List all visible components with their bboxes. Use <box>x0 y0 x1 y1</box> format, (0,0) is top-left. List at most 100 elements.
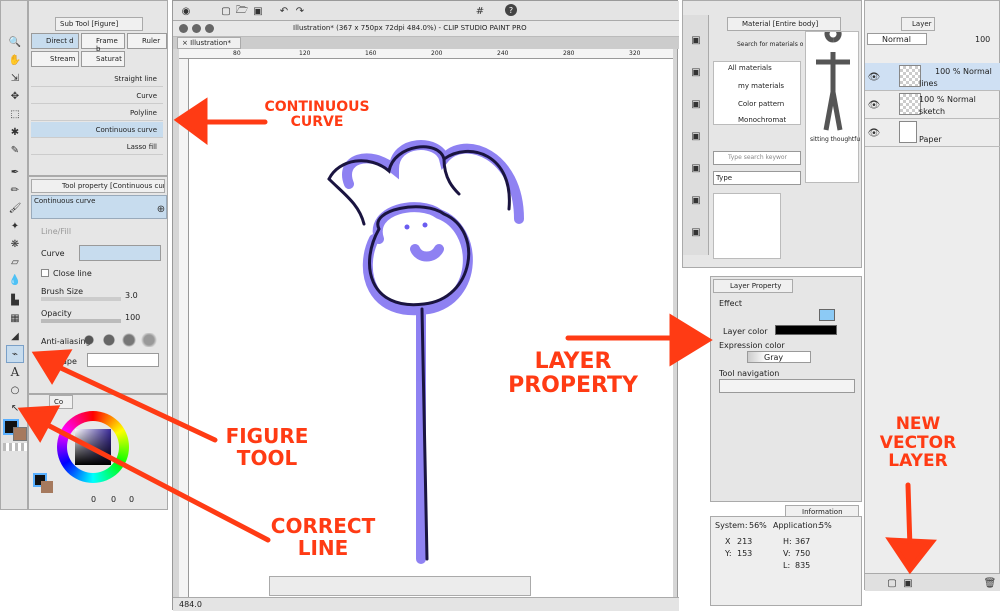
canvas-toolbar[interactable] <box>269 576 531 596</box>
opacity-slider[interactable] <box>41 319 121 323</box>
tool-palette: 🔍 ✋ ⇲ ✥ ⬚ ✱ ✎ ✒ ✏ 🖌 ✦ ❋ ▱ 💧 ▙ ▦ ◢ ⌁ A ○ … <box>0 0 28 510</box>
grid-icon[interactable]: # <box>473 4 487 18</box>
material-type-field[interactable]: Type <box>713 171 801 185</box>
system-label: System: <box>715 521 748 530</box>
app-logo-icon[interactable]: ◉ <box>179 4 193 18</box>
decoration-icon[interactable]: ❋ <box>8 237 22 251</box>
layer-property-tab[interactable]: Layer Property <box>713 279 793 293</box>
new-raster-layer-icon[interactable]: ▢ <box>885 576 899 590</box>
close-line-checkbox[interactable] <box>41 269 49 277</box>
color-wheel[interactable] <box>57 411 129 483</box>
airbrush-icon[interactable]: ✦ <box>8 219 22 233</box>
material-search-link[interactable]: Search for materials on <box>737 41 803 48</box>
subtool-tab-ruler[interactable]: Ruler <box>127 33 167 49</box>
palette-icon[interactable]: ▣ <box>689 129 703 143</box>
material-tab[interactable]: Material [Entire body] <box>727 17 841 31</box>
brush-shape-dropdown[interactable] <box>87 353 159 367</box>
pencil-icon[interactable]: ✏ <box>8 183 22 197</box>
zoom-value[interactable]: 484.0 <box>179 600 202 609</box>
operation-icon[interactable]: ✥ <box>8 89 22 103</box>
subtool-tab-saturate[interactable]: Saturat <box>81 51 125 67</box>
expression-color-dropdown[interactable]: Gray <box>747 351 811 363</box>
layer-color-toggle[interactable] <box>819 309 835 321</box>
palette-icon[interactable]: ▣ <box>689 225 703 239</box>
subtool-tab-frame[interactable]: Frame b <box>81 33 125 53</box>
transparent-swatch[interactable] <box>3 443 27 451</box>
subtool-lasso-fill[interactable]: Lasso fill <box>31 139 163 155</box>
help-icon[interactable]: ? <box>505 4 517 16</box>
close-window-button[interactable] <box>179 24 188 33</box>
eye-icon[interactable]: 👁 <box>867 70 881 84</box>
eyedropper-icon[interactable]: ✎ <box>8 143 22 157</box>
palette-icon[interactable]: ▣ <box>689 65 703 79</box>
color-square[interactable] <box>75 429 111 465</box>
subtool-straight-line[interactable]: Straight line <box>31 71 163 87</box>
tree-item[interactable]: Color pattern <box>738 100 784 108</box>
selection-icon[interactable]: ⬚ <box>8 107 22 121</box>
gradient-icon[interactable]: ▦ <box>8 311 22 325</box>
tree-item[interactable]: All materials <box>728 64 772 72</box>
subtool-polyline[interactable]: Polyline <box>31 105 163 121</box>
undo-icon[interactable]: ↶ <box>277 4 291 18</box>
subtool-curve[interactable]: Curve <box>31 88 163 104</box>
brush-icon[interactable]: 🖌 <box>8 201 22 215</box>
layer-tab[interactable]: Layer <box>901 17 935 31</box>
brush-size-slider[interactable] <box>41 297 121 301</box>
subtool-tab[interactable]: Sub Tool [Figure] <box>55 17 143 31</box>
color-tab[interactable]: Co <box>49 395 73 409</box>
eye-icon[interactable]: 👁 <box>867 98 881 112</box>
maximize-window-button[interactable] <box>205 24 214 33</box>
tree-item[interactable]: Monochromat <box>738 116 786 124</box>
tool-property-tab[interactable]: Tool property [Continuous curve] <box>31 179 165 193</box>
layer-row[interactable]: 👁 Paper <box>865 119 1000 147</box>
contour-icon[interactable]: ◢ <box>8 329 22 343</box>
layer-bottom-toolbar: ▢ ▣ 🗑 <box>865 573 1000 591</box>
annotation-layer-property: LAYER PROPERTY <box>508 349 638 399</box>
subtool-tab-direct[interactable]: Direct d <box>31 33 79 49</box>
blend-mode-dropdown[interactable]: Normal <box>867 33 927 45</box>
minimize-window-button[interactable] <box>192 24 201 33</box>
pen-icon[interactable]: ✒ <box>8 165 22 179</box>
tree-item[interactable]: my materials <box>738 82 784 90</box>
fill-icon[interactable]: ▙ <box>8 293 22 307</box>
blend-icon[interactable]: 💧 <box>8 273 22 287</box>
save-icon[interactable]: ▣ <box>251 4 265 18</box>
subtool-tab-stream[interactable]: Stream <box>31 51 79 67</box>
layer-color-swatch[interactable] <box>775 325 837 335</box>
palette-icon[interactable]: ▣ <box>689 161 703 175</box>
palette-icon[interactable]: ▣ <box>689 33 703 47</box>
eye-icon[interactable]: 👁 <box>867 126 881 140</box>
ruler-tick: 240 <box>497 50 509 57</box>
zoom-preview-icon[interactable]: ⊕ <box>154 202 168 216</box>
hand-icon[interactable]: ✋ <box>8 53 22 67</box>
correct-line-icon[interactable]: ↖ <box>8 401 22 415</box>
balloon-icon[interactable]: ○ <box>8 383 22 397</box>
layer-row[interactable]: 👁 100 % Normal lines <box>865 63 1000 91</box>
material-search-input[interactable]: Type search keywor <box>713 151 801 165</box>
anti-aliasing-options[interactable] <box>81 333 161 347</box>
tool-navigation-buttons[interactable] <box>719 379 855 393</box>
eraser-icon[interactable]: ▱ <box>8 255 22 269</box>
document-tab[interactable]: × Illustration* <box>177 37 241 49</box>
open-icon[interactable]: 🗁 <box>235 4 249 18</box>
figure-tool-icon[interactable]: ⌁ <box>6 345 24 363</box>
preset-preview[interactable]: Continuous curve ⊕ <box>31 195 167 219</box>
delete-layer-icon[interactable]: 🗑 <box>983 576 997 590</box>
text-icon[interactable]: A <box>8 365 22 379</box>
annotation-figure-tool: FIGURE TOOL <box>225 424 309 470</box>
auto-select-icon[interactable]: ✱ <box>8 125 22 139</box>
palette-icon[interactable]: ▣ <box>689 193 703 207</box>
curve-mode-buttons[interactable] <box>79 245 161 261</box>
move-icon[interactable]: ⇲ <box>8 71 22 85</box>
palette-icon[interactable]: ▣ <box>689 97 703 111</box>
sub-color-swatch[interactable] <box>13 427 27 441</box>
new-icon[interactable]: ▢ <box>219 4 233 18</box>
new-vector-layer-icon[interactable]: ▣ <box>901 576 915 590</box>
color-sub[interactable] <box>41 481 53 493</box>
ruler-tick: 280 <box>563 50 575 57</box>
subtool-continuous-curve[interactable]: Continuous curve <box>31 122 163 138</box>
layer-row[interactable]: 👁 100 % Normal sketch <box>865 91 1000 119</box>
canvas[interactable] <box>189 59 673 599</box>
redo-icon[interactable]: ↷ <box>293 4 307 18</box>
zoom-icon[interactable]: 🔍 <box>8 35 22 49</box>
